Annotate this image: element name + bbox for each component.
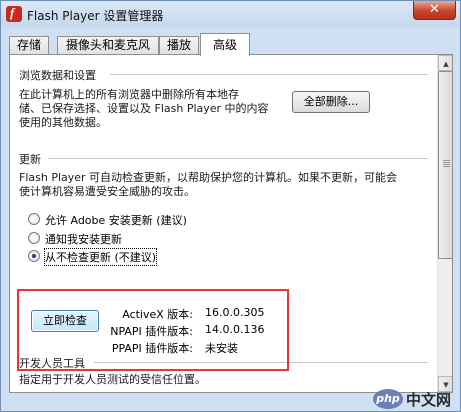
npapi-version-label: NPAPI 插件版本: xyxy=(110,325,193,338)
developer-tools-description: 指定用于开发人员测试的受信任位置。 xyxy=(19,373,206,386)
scrollbar-thumb[interactable] xyxy=(438,71,452,259)
tab-camera-mic[interactable]: 摄像头和麦克风 xyxy=(57,36,159,55)
title-bar[interactable]: Flash Player 设置管理器 ✕ xyxy=(1,1,460,27)
radio-button-selected[interactable] xyxy=(28,250,40,262)
browse-data-heading: 浏览数据和设置 xyxy=(19,69,96,82)
php-logo: php xyxy=(373,389,403,409)
tab-advanced[interactable]: 高级 xyxy=(200,33,250,56)
site-watermark: php 中文网 xyxy=(373,387,459,411)
advanced-panel: 浏览数据和设置 在此计算机上的所有浏览器中删除所有本地存 储、已保存选择、设置以… xyxy=(9,54,453,393)
updates-description: Flash Player 可自动检查更新，以帮助保护您的计算机。如果不更新，可能… xyxy=(19,171,398,198)
ppapi-version-label: PPAPI 插件版本: xyxy=(111,342,193,355)
update-option-label: 通知我安装更新 xyxy=(45,233,122,246)
ppapi-version-value: 未安装 xyxy=(205,342,238,355)
tab-playback[interactable]: 播放 xyxy=(159,36,199,55)
scroll-up-icon[interactable]: ▲ xyxy=(438,55,452,71)
updates-heading: 更新 xyxy=(19,153,41,166)
section-divider xyxy=(94,362,428,363)
section-divider xyxy=(48,158,428,159)
delete-all-button[interactable]: 全部删除... xyxy=(292,91,370,113)
section-divider xyxy=(110,74,428,75)
update-option-label: 从不检查更新 (不建议) xyxy=(43,248,158,266)
close-icon: ✕ xyxy=(429,2,440,17)
radio-button[interactable] xyxy=(28,213,40,225)
flash-player-icon xyxy=(6,5,22,22)
vertical-scrollbar[interactable]: ▲ ▼ xyxy=(437,55,452,392)
npapi-version-value: 14.0.0.136 xyxy=(205,323,265,336)
flash-settings-window: Flash Player 设置管理器 ✕ 存储 摄像头和麦克风 播放 高级 浏览… xyxy=(0,0,461,412)
browse-data-description: 在此计算机上的所有浏览器中删除所有本地存 储、已保存选择、设置以及 Flash … xyxy=(19,88,269,129)
update-option-label: 允许 Adobe 安装更新 (建议) xyxy=(45,214,187,227)
tab-storage[interactable]: 存储 xyxy=(9,36,49,55)
window-title: Flash Player 设置管理器 xyxy=(27,9,164,23)
watermark-text: 中文网 xyxy=(406,391,452,409)
activex-version-value: 16.0.0.305 xyxy=(205,306,265,319)
developer-tools-heading: 开发人员工具 xyxy=(19,357,85,370)
radio-button[interactable] xyxy=(28,232,40,244)
activex-version-label: ActiveX 版本: xyxy=(122,308,193,321)
close-button[interactable]: ✕ xyxy=(413,1,456,20)
